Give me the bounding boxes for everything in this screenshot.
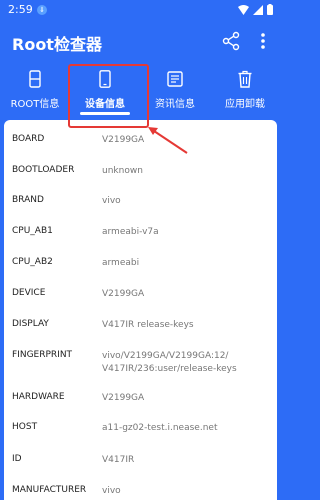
- info-key: BOARD: [12, 134, 45, 144]
- info-value: V2199GA: [102, 393, 145, 403]
- tab-label: 应用卸载: [225, 99, 265, 110]
- info-value: V2199GA: [102, 289, 145, 299]
- battery-icon: [267, 4, 273, 15]
- info-value: unknown: [102, 166, 143, 176]
- info-value-continued: V417IR/236:user/release-keys: [102, 364, 237, 374]
- tab-root-info[interactable]: ROOT信息: [0, 64, 70, 118]
- wifi-icon: [238, 4, 249, 15]
- info-value: vivo: [102, 196, 121, 206]
- info-key: CPU_AB2: [12, 257, 53, 267]
- tab-label: 资讯信息: [155, 99, 195, 110]
- tab-news-info[interactable]: 资讯信息: [140, 64, 210, 118]
- device-info-list[interactable]: BOARD V2199GA BOOTLOADER unknown BRAND v…: [4, 120, 277, 500]
- info-value: vivo/V2199GA/V2199GA:12/: [102, 351, 229, 361]
- info-key: BRAND: [12, 195, 44, 205]
- info-key: ID: [12, 454, 22, 464]
- app-title: Root检查器: [12, 35, 102, 54]
- info-key: DISPLAY: [12, 319, 49, 329]
- info-key: DEVICE: [12, 288, 46, 298]
- info-value: armeabi-v7a: [102, 227, 159, 237]
- info-key: MANUFACTURER: [12, 485, 87, 495]
- status-icons: [238, 4, 273, 15]
- info-value: armeabi: [102, 258, 140, 268]
- info-value: V417IR: [102, 455, 135, 465]
- status-bar: 2:59 ⇓: [0, 0, 281, 20]
- info-key: HOST: [12, 422, 38, 432]
- trash-icon: [238, 70, 252, 88]
- app-bar: Root检查器: [0, 20, 281, 64]
- info-key: BOOTLOADER: [12, 165, 75, 175]
- download-notification-icon: ⇓: [37, 5, 47, 15]
- share-icon[interactable]: [220, 30, 242, 52]
- info-value: vivo: [102, 486, 121, 496]
- status-time: 2:59: [8, 3, 33, 16]
- annotation-arrow-icon: [148, 127, 188, 154]
- info-key: HARDWARE: [12, 392, 65, 402]
- tab-app-uninstall[interactable]: 应用卸载: [210, 64, 280, 118]
- more-options-icon[interactable]: [256, 30, 270, 52]
- info-value: a11-gz02-test.i.nease.net: [102, 423, 218, 433]
- tab-label: ROOT信息: [10, 99, 60, 110]
- info-key: CPU_AB1: [12, 226, 53, 236]
- sd-card-icon: [29, 70, 41, 88]
- news-icon: [167, 71, 183, 87]
- info-value: V417IR release-keys: [102, 320, 194, 330]
- annotation-highlight-box: [68, 64, 149, 128]
- info-key: FINGERPRINT: [12, 350, 73, 360]
- signal-icon: [253, 4, 263, 15]
